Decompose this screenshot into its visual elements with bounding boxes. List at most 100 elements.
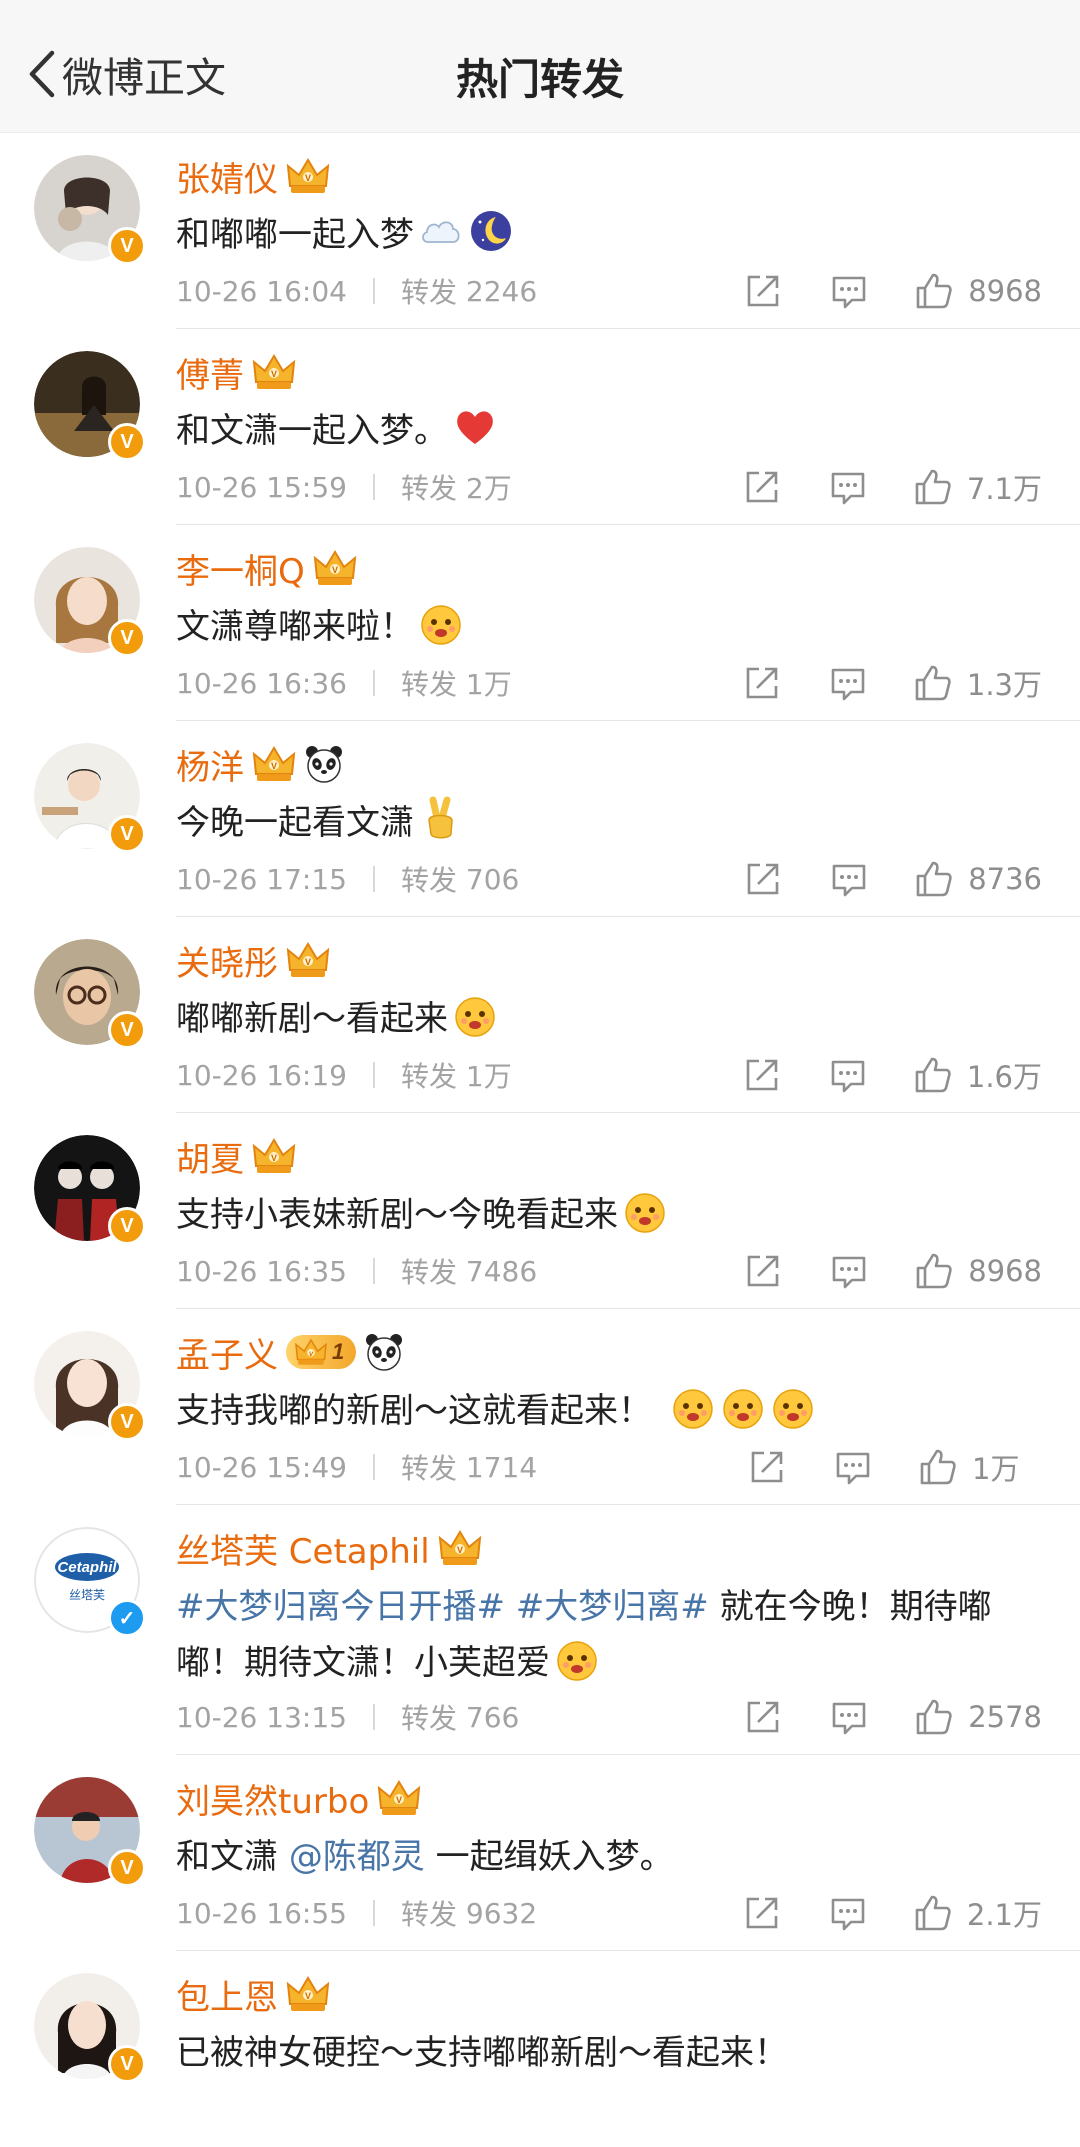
like-button[interactable]: 2.1万 — [913, 1892, 1042, 1934]
repost-text: 和文潇一起入梦。 — [176, 403, 1040, 459]
action-bar: 1.6万 — [743, 1053, 1042, 1097]
comment-icon[interactable] — [829, 468, 867, 506]
like-button[interactable]: 1.6万 — [913, 1054, 1042, 1096]
like-button[interactable]: 7.1万 — [913, 466, 1042, 508]
action-bar: 8736 — [744, 857, 1042, 901]
repost-label: 转发 — [400, 1452, 457, 1485]
share-icon[interactable] — [744, 860, 782, 898]
mention-link[interactable]: @陈都灵 — [289, 1837, 425, 1877]
comment-icon[interactable] — [834, 1448, 872, 1486]
love-face-emoji-icon — [670, 1384, 716, 1430]
share-icon[interactable] — [744, 1698, 782, 1736]
like-count: 1.6万 — [966, 1060, 1042, 1094]
thumbs-up-icon — [918, 1447, 958, 1487]
avatar[interactable]: V — [34, 547, 146, 657]
share-icon[interactable] — [743, 1056, 781, 1094]
comment-icon[interactable] — [830, 1698, 868, 1736]
topic-link[interactable]: #大梦归离# — [516, 1587, 709, 1627]
love-face-emoji-icon — [720, 1384, 766, 1430]
crown-icon — [438, 1528, 482, 1568]
avatar[interactable]: Cetaphil 丝塔芙 ✓ — [34, 1527, 146, 1637]
user-name[interactable]: 丝塔芙 Cetaphil — [176, 1524, 430, 1573]
repost-label: 转发 — [400, 1256, 457, 1289]
topic-link[interactable]: #大梦归离今日开播# — [176, 1587, 505, 1627]
avatar[interactable]: V — [34, 939, 146, 1049]
user-name[interactable]: 刘昊然turbo — [176, 1774, 369, 1823]
comment-icon[interactable] — [829, 1056, 867, 1094]
like-button[interactable]: 1.3万 — [913, 662, 1042, 704]
cloud-emoji-icon — [418, 208, 464, 254]
like-button[interactable]: 2578 — [914, 1697, 1042, 1737]
moon-emoji-icon — [468, 208, 514, 254]
user-name[interactable]: 包上恩 — [176, 1970, 278, 2019]
avatar[interactable]: V — [34, 1973, 146, 2083]
like-button[interactable]: 8736 — [914, 859, 1042, 899]
crown-icon — [313, 548, 357, 588]
repost-item[interactable]: V 傅菁 和文潇一起入梦。 10-26 15:59 转发 2万 7.1万 — [0, 329, 1080, 525]
page-title: 热门转发 — [455, 55, 624, 104]
flower-face-emoji-icon — [418, 600, 464, 646]
verified-badge: V — [108, 227, 146, 265]
like-button[interactable]: 8968 — [914, 1251, 1042, 1291]
user-name[interactable]: 杨洋 — [176, 740, 244, 789]
avatar[interactable]: V — [34, 1777, 146, 1887]
repost-item[interactable]: V 胡夏 支持小表妹新剧～今晚看起来 10-26 16:35 转发 7486 8… — [0, 1113, 1080, 1309]
repost-item[interactable]: V 刘昊然turbo 和文潇 @陈都灵 一起缉妖入梦。 10-26 16:55 … — [0, 1755, 1080, 1951]
comment-icon[interactable] — [830, 1252, 868, 1290]
comment-icon[interactable] — [830, 860, 868, 898]
repost-item[interactable]: V 包上恩 已被神女硬控～支持嘟嘟新剧～看起来！ — [0, 1951, 1080, 2147]
verified-badge: V — [108, 423, 146, 461]
repost-label: 转发 — [400, 276, 457, 309]
share-icon[interactable] — [744, 1252, 782, 1290]
repost-item[interactable]: V 李一桐Q 文潇尊嘟来啦！ 10-26 16:36 转发 1万 1.3万 — [0, 525, 1080, 721]
share-icon[interactable] — [743, 468, 781, 506]
repost-count: 1万 — [465, 668, 512, 701]
repost-item[interactable]: V 张婧仪 和嘟嘟一起入梦 10-26 16:04 转发 2246 8968 — [0, 133, 1080, 329]
crown-icon — [286, 1974, 330, 2014]
avatar[interactable]: V — [34, 1135, 146, 1245]
avatar[interactable]: V — [34, 351, 146, 461]
user-name[interactable]: 傅菁 — [176, 348, 244, 397]
thumbs-up-icon — [914, 1697, 954, 1737]
post-meta: 10-26 16:35 转发 7486 — [176, 1251, 537, 1291]
user-name[interactable]: 关晓彤 — [176, 936, 278, 985]
share-icon[interactable] — [743, 664, 781, 702]
like-count: 1.3万 — [966, 668, 1042, 702]
user-name[interactable]: 孟子义 — [176, 1328, 278, 1377]
avatar[interactable]: V — [34, 743, 146, 853]
user-name[interactable]: 胡夏 — [176, 1132, 244, 1181]
comment-icon[interactable] — [829, 664, 867, 702]
post-time: 10-26 16:35 — [176, 1254, 347, 1288]
post-time: 10-26 15:59 — [176, 470, 347, 504]
like-count: 1万 — [972, 1452, 1020, 1486]
thumbs-up-icon — [913, 1055, 953, 1095]
thumbs-up-icon — [914, 271, 954, 311]
post-time: 10-26 16:19 — [176, 1058, 347, 1092]
share-icon[interactable] — [743, 1894, 781, 1932]
repost-label: 转发 — [400, 1060, 457, 1093]
like-button[interactable]: 8968 — [914, 271, 1042, 311]
repost-count: 1万 — [465, 1060, 512, 1093]
post-meta: 10-26 15:49 转发 1714 — [176, 1447, 537, 1487]
comment-icon[interactable] — [830, 272, 868, 310]
post-meta: 10-26 16:04 转发 2246 — [176, 271, 537, 311]
like-button[interactable]: 1万 — [918, 1446, 1042, 1488]
repost-item[interactable]: V 孟子义 1 支持我嘟的新剧～这就看起来！ 10-26 15:49 转发 17… — [0, 1309, 1080, 1505]
excited-face-emoji-icon — [452, 992, 498, 1038]
repost-count: 7486 — [465, 1254, 538, 1288]
post-time: 10-26 16:36 — [176, 666, 347, 700]
user-name[interactable]: 李一桐Q — [176, 544, 305, 593]
avatar[interactable]: V — [34, 155, 146, 265]
vip-level-badge: 1 — [286, 1335, 357, 1369]
repost-item[interactable]: V 杨洋 今晚一起看文潇 10-26 17:15 转发 706 8736 — [0, 721, 1080, 917]
repost-item[interactable]: V 关晓彤 嘟嘟新剧～看起来 10-26 16:19 转发 1万 1.6万 — [0, 917, 1080, 1113]
comment-icon[interactable] — [829, 1894, 867, 1932]
post-time: 10-26 16:55 — [176, 1896, 347, 1930]
share-icon[interactable] — [748, 1448, 786, 1486]
verified-badge: V — [108, 1849, 146, 1887]
avatar[interactable]: V — [34, 1331, 146, 1441]
user-name[interactable]: 张婧仪 — [176, 152, 278, 201]
like-count: 8736 — [968, 862, 1042, 896]
share-icon[interactable] — [744, 272, 782, 310]
repost-item[interactable]: Cetaphil 丝塔芙 ✓ 丝塔芙 Cetaphil #大梦归离今日开播# #… — [0, 1505, 1080, 1755]
